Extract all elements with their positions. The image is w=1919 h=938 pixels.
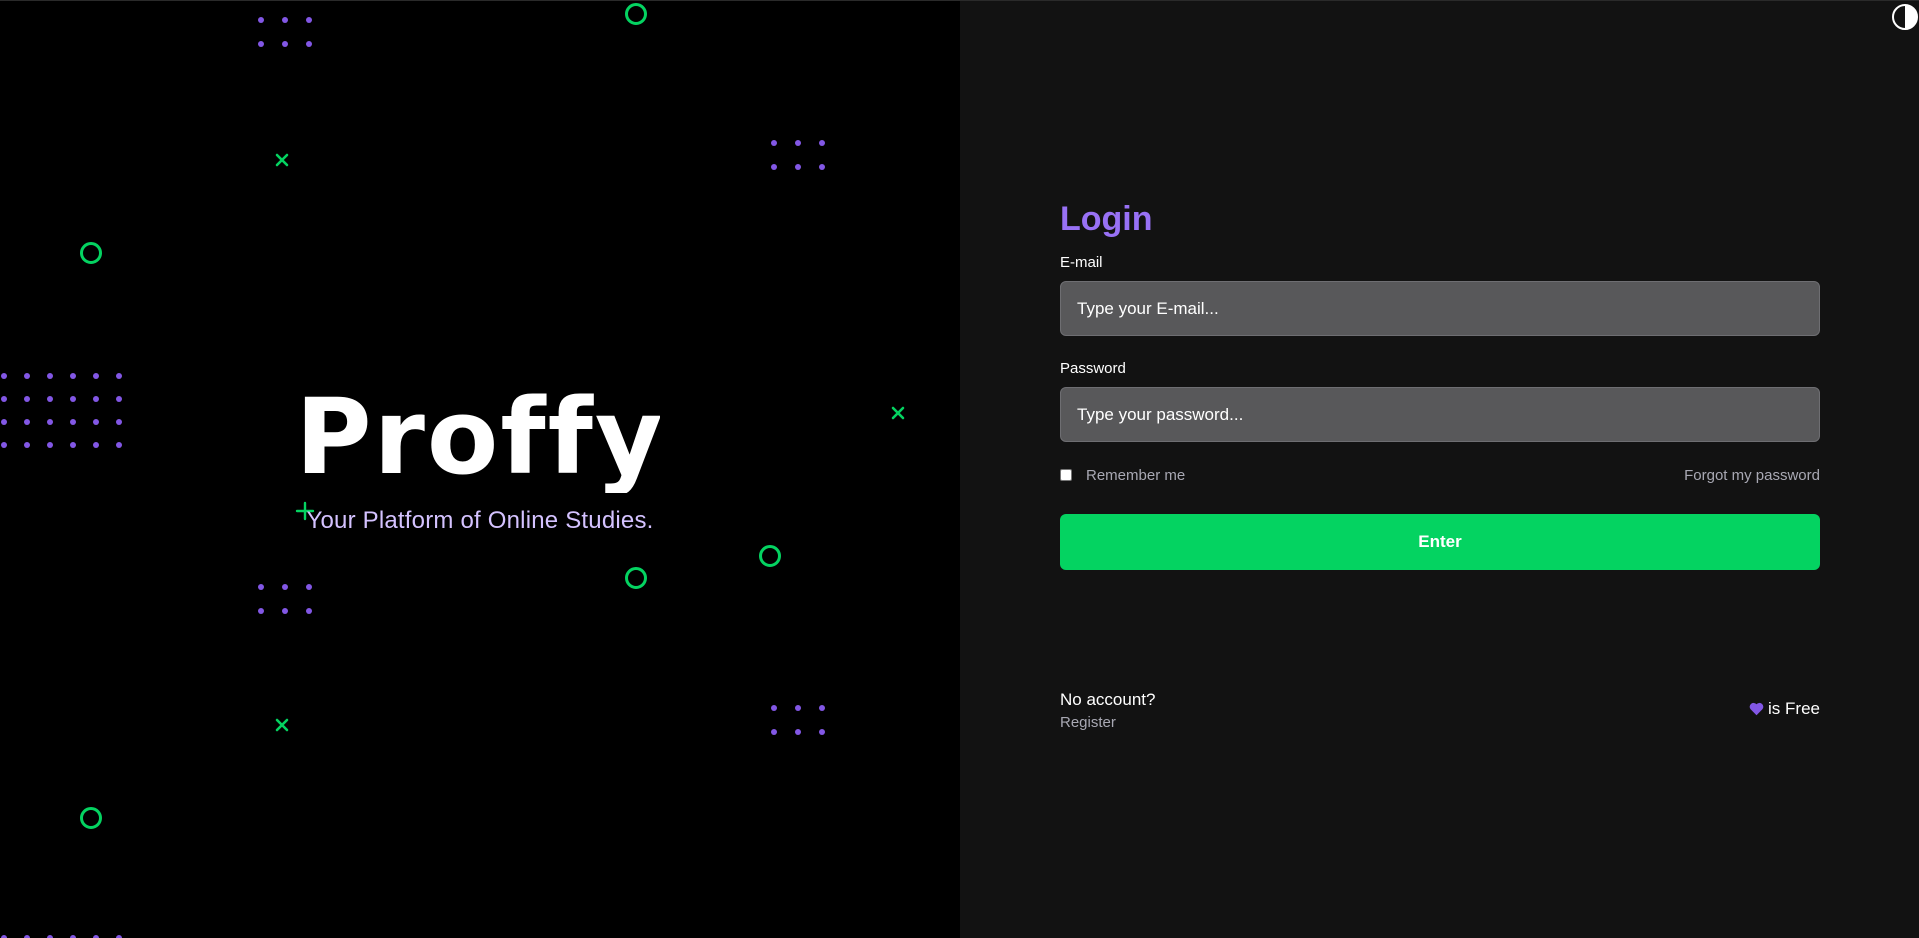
cross-decoration [275,718,289,732]
remember-me-checkbox[interactable] [1060,469,1072,481]
heart-icon [1749,702,1764,716]
register-link[interactable]: Register [1060,714,1155,731]
cross-decoration [275,153,289,167]
dot-grid-decoration [771,140,825,170]
brand-tagline: Your Platform of Online Studies. [306,507,654,534]
enter-button[interactable]: Enter [1060,514,1820,570]
proffy-logo: Proffy [300,381,660,493]
ring-decoration [80,807,102,829]
ring-decoration [759,545,781,567]
login-form: Login E-mail Password Remember me Forgot… [1060,199,1820,570]
remember-me-toggle[interactable]: Remember me [1060,467,1185,484]
logo-text: Proffy [300,381,660,493]
ring-decoration [80,242,102,264]
theme-toggle-button[interactable] [1891,3,1919,31]
ring-decoration [625,567,647,589]
login-options: Remember me Forgot my password [1060,466,1820,484]
password-label: Password [1060,360,1126,377]
brand-block: Proffy Your Platform of Online Studies. [0,381,960,535]
dot-grid-decoration [771,705,825,735]
forgot-password-link[interactable]: Forgot my password [1684,467,1820,484]
password-field-group: Password [1060,359,1820,442]
login-page: Proffy Your Platform of Online Studies. … [0,0,1919,938]
free-label: is Free [1768,699,1820,718]
remember-me-label: Remember me [1086,466,1186,484]
brand-panel: Proffy Your Platform of Online Studies. [0,1,960,938]
form-panel: Login E-mail Password Remember me Forgot… [960,1,1919,938]
dot-grid-decoration [258,584,312,614]
login-footer: No account? Register is Free [1060,689,1820,731]
dot-grid-decoration [258,17,312,47]
email-field-group: E-mail [1060,253,1820,336]
login-title: Login [1060,200,1153,238]
email-input[interactable] [1060,281,1820,336]
contrast-icon [1892,4,1918,30]
free-badge: is Free [1749,699,1820,719]
ring-decoration [625,3,647,25]
password-input[interactable] [1060,387,1820,442]
register-block: No account? Register [1060,689,1155,731]
no-account-text: No account? [1060,690,1156,709]
email-label: E-mail [1060,254,1103,271]
